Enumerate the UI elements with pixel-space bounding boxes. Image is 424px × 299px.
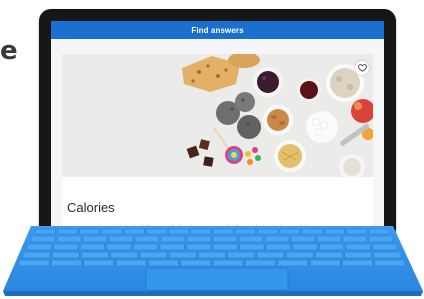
keyboard-key	[245, 259, 276, 267]
keyboard-key	[22, 251, 51, 259]
keyboard-key	[345, 243, 371, 251]
app-header-bar: Find answers	[51, 21, 384, 39]
heart-icon	[357, 64, 367, 72]
keyboard-key	[110, 251, 139, 259]
trackpad[interactable]	[145, 267, 289, 291]
keyboard-key	[265, 243, 292, 251]
cropped-edge-text: e	[0, 36, 18, 66]
hero-image	[62, 54, 373, 177]
keyboard-key	[81, 251, 110, 259]
keyboard-key	[314, 251, 343, 259]
app-screen: Find answers Calories You get energy (ca…	[51, 21, 384, 235]
keyboard-key	[50, 259, 82, 267]
keyboard-key	[341, 259, 373, 267]
header-title: Find answers	[191, 25, 244, 35]
keyboard-key	[133, 243, 159, 251]
keyboard-key	[83, 259, 115, 267]
keyboard-key	[26, 243, 52, 251]
keyboard-key	[18, 259, 50, 267]
article-body-snippet: You get energy (calories) from carbohydr…	[67, 226, 315, 233]
keyboard-key	[256, 251, 285, 259]
keyboard-key	[285, 251, 314, 259]
keyboard-key	[344, 251, 373, 259]
keyboard-key	[115, 259, 147, 267]
keyboard-key	[159, 243, 185, 251]
tablet-device: Find answers Calories You get energy (ca…	[39, 9, 396, 241]
keyboard-key	[277, 259, 309, 267]
keyboard-key	[372, 243, 398, 251]
keyboard-key	[139, 251, 168, 259]
keyboard-key	[198, 251, 226, 259]
keyboard-key	[309, 259, 341, 267]
keyboard-key	[212, 259, 244, 267]
keyboard-key	[79, 243, 105, 251]
keyboard-key	[374, 259, 406, 267]
article-title: Calories	[67, 200, 115, 215]
keyboard-key	[53, 243, 79, 251]
keyboard-key	[168, 251, 197, 259]
keyboard-key	[239, 243, 265, 251]
keyboard-key	[106, 243, 132, 251]
keyboard-key	[180, 259, 212, 267]
keyboard-key	[292, 243, 318, 251]
keyboard-key	[318, 243, 345, 251]
keyboard-key	[186, 243, 212, 251]
keyboard-key	[373, 251, 402, 259]
keyboard-key	[148, 259, 179, 267]
keyboard-key	[227, 251, 256, 259]
keyboard-key	[212, 243, 238, 251]
favorite-button[interactable]	[355, 61, 369, 75]
keyboard-key	[51, 251, 80, 259]
article-card[interactable]: Calories You get energy (calories) from …	[62, 54, 373, 235]
